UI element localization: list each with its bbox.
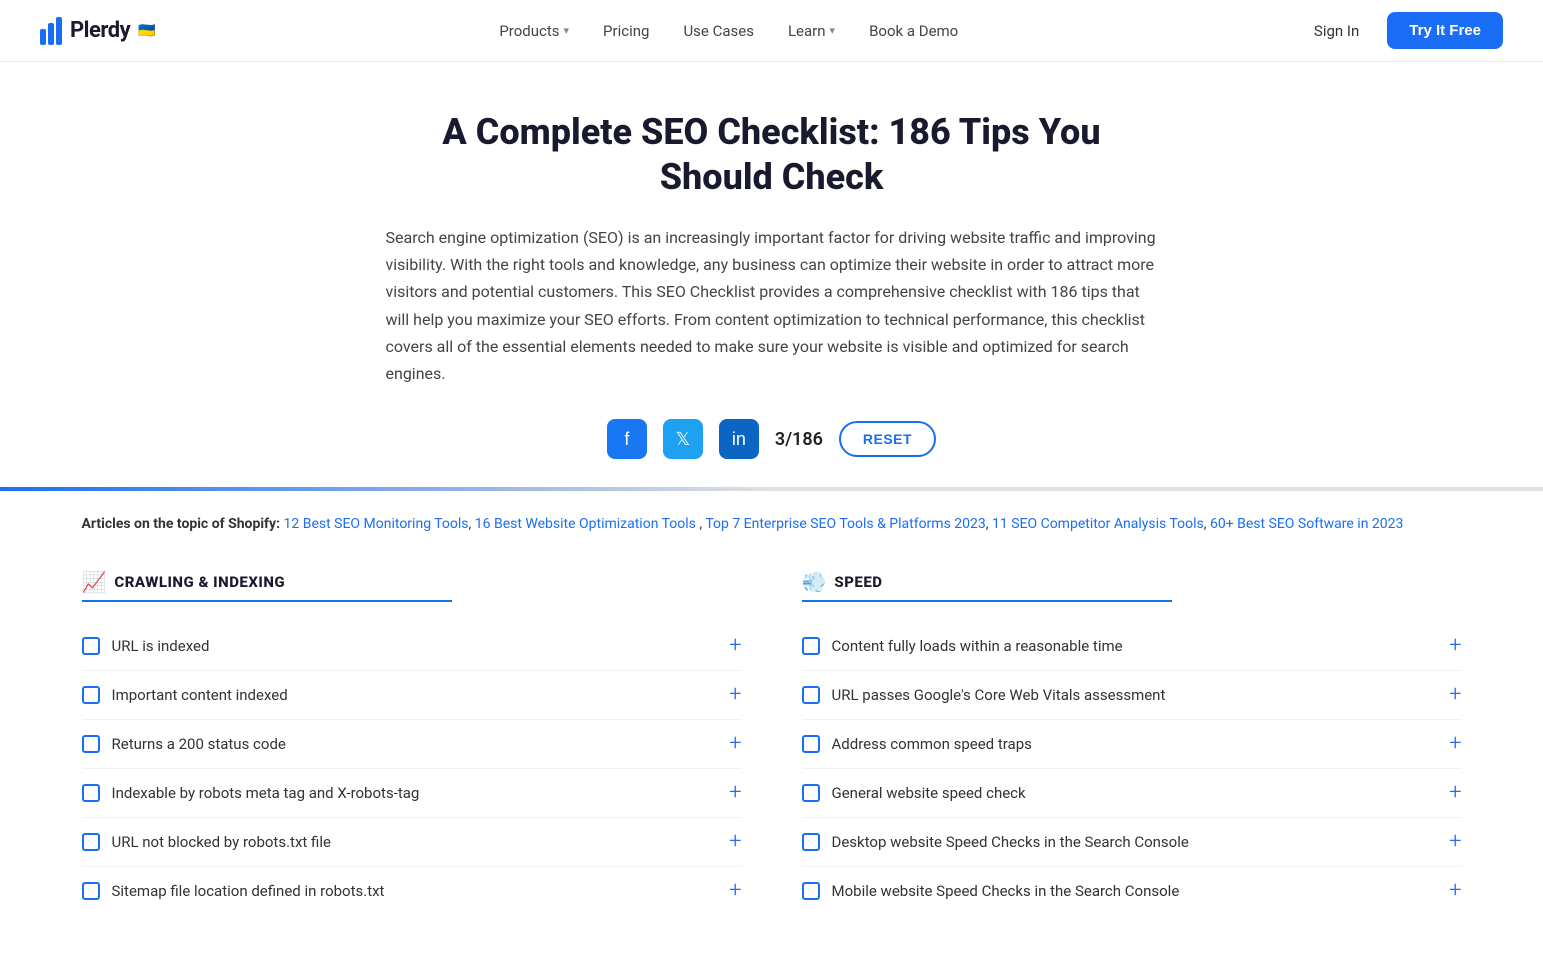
item-label: Returns a 200 status code (112, 735, 718, 753)
sign-in-button[interactable]: Sign In (1302, 14, 1371, 48)
checklist-item: Address common speed traps + (802, 720, 1462, 769)
logo-text: Plerdy (70, 18, 130, 43)
section-speed-header: 💨 SPEED (802, 570, 1462, 594)
item-label: Mobile website Speed Checks in the Searc… (832, 882, 1438, 900)
hero-section: A Complete SEO Checklist: 186 Tips You S… (362, 110, 1182, 459)
article-link-3[interactable]: Top 7 Enterprise SEO Tools & Platforms 2… (705, 516, 985, 532)
checklist-item: URL passes Google's Core Web Vitals asse… (802, 671, 1462, 720)
crawling-icon: 📈 (82, 570, 107, 594)
item-label: General website speed check (832, 784, 1438, 802)
checkbox-content-loads[interactable] (802, 637, 820, 655)
checkbox-desktop-speed[interactable] (802, 833, 820, 851)
article-link-4[interactable]: 11 SEO Competitor Analysis Tools (992, 516, 1204, 532)
nav-item-learn[interactable]: Learn ▾ (774, 14, 849, 48)
speed-underline (802, 600, 1172, 602)
expand-button[interactable]: + (729, 733, 741, 755)
item-label: Indexable by robots meta tag and X-robot… (112, 784, 718, 802)
article-link-5[interactable]: 60+ Best SEO Software in 2023 (1210, 516, 1403, 532)
expand-button[interactable]: + (729, 782, 741, 804)
checkbox-url-indexed[interactable] (82, 637, 100, 655)
checklist-grid: 📈 CRAWLING & INDEXING URL is indexed + I… (42, 546, 1502, 955)
checkbox-general-speed[interactable] (802, 784, 820, 802)
checklist-counter: 3/186 (775, 429, 823, 450)
reset-button[interactable]: RESET (839, 421, 936, 457)
expand-button[interactable]: + (1449, 782, 1461, 804)
twitter-share-button[interactable]: 𝕏 (663, 419, 703, 459)
chevron-down-icon: ▾ (830, 24, 836, 37)
expand-button[interactable]: + (729, 635, 741, 657)
expand-button[interactable]: + (1449, 733, 1461, 755)
chevron-down-icon: ▾ (564, 24, 570, 37)
expand-button[interactable]: + (729, 880, 741, 902)
item-label: Important content indexed (112, 686, 718, 704)
checklist-item: Indexable by robots meta tag and X-robot… (82, 769, 742, 818)
hero-actions: f 𝕏 in 3/186 RESET (386, 419, 1158, 459)
checklist-item: URL is indexed + (82, 622, 742, 671)
logo-flag: 🇺🇦 (138, 23, 155, 39)
nav-right: Sign In Try It Free (1302, 12, 1503, 49)
crawling-underline (82, 600, 452, 602)
nav-item-book-demo[interactable]: Book a Demo (855, 14, 972, 48)
item-label: URL not blocked by robots.txt file (112, 833, 718, 851)
item-label: Address common speed traps (832, 735, 1438, 753)
checklist-item: General website speed check + (802, 769, 1462, 818)
speed-icon: 💨 (802, 570, 827, 594)
checklist-item: Returns a 200 status code + (82, 720, 742, 769)
linkedin-icon: in (732, 429, 746, 450)
checklist-item: Desktop website Speed Checks in the Sear… (802, 818, 1462, 867)
nav-item-pricing[interactable]: Pricing (589, 14, 663, 48)
nav-center: Products ▾ Pricing Use Cases Learn ▾ Boo… (485, 14, 972, 48)
articles-prefix: Articles on the topic of Shopify: (82, 516, 281, 532)
item-label: Desktop website Speed Checks in the Sear… (832, 833, 1438, 851)
article-link-1[interactable]: 12 Best SEO Monitoring Tools (284, 516, 469, 532)
checkbox-important-content[interactable] (82, 686, 100, 704)
section-speed: 💨 SPEED Content fully loads within a rea… (802, 570, 1462, 915)
checklist-item: Content fully loads within a reasonable … (802, 622, 1462, 671)
checklist-item: Mobile website Speed Checks in the Searc… (802, 867, 1462, 915)
twitter-icon: 𝕏 (676, 429, 691, 450)
section-crawling: 📈 CRAWLING & INDEXING URL is indexed + I… (82, 570, 742, 915)
facebook-icon: f (624, 429, 629, 450)
checklist-item: Important content indexed + (82, 671, 742, 720)
expand-button[interactable]: + (1449, 635, 1461, 657)
nav-item-products[interactable]: Products ▾ (485, 14, 583, 48)
item-label: URL is indexed (112, 637, 718, 655)
nav-item-use-cases[interactable]: Use Cases (669, 14, 768, 48)
hero-description: Search engine optimization (SEO) is an i… (386, 224, 1158, 387)
checkbox-robots-meta[interactable] (82, 784, 100, 802)
item-label: Sitemap file location defined in robots.… (112, 882, 718, 900)
expand-button[interactable]: + (1449, 880, 1461, 902)
checkbox-core-web-vitals[interactable] (802, 686, 820, 704)
article-link-2[interactable]: 16 Best Website Optimization Tools (475, 516, 696, 532)
try-free-button[interactable]: Try It Free (1387, 12, 1503, 49)
expand-button[interactable]: + (729, 831, 741, 853)
expand-button[interactable]: + (729, 684, 741, 706)
checkbox-200-status[interactable] (82, 735, 100, 753)
articles-bar: Articles on the topic of Shopify: 12 Bes… (42, 491, 1502, 545)
navbar: Plerdy 🇺🇦 Products ▾ Pricing Use Cases L… (0, 0, 1543, 62)
section-crawling-header: 📈 CRAWLING & INDEXING (82, 570, 742, 594)
logo-icon (40, 17, 62, 45)
checklist-item: URL not blocked by robots.txt file + (82, 818, 742, 867)
section-crawling-title: CRAWLING & INDEXING (114, 573, 285, 591)
section-speed-title: SPEED (834, 573, 882, 591)
item-label: Content fully loads within a reasonable … (832, 637, 1438, 655)
checkbox-sitemap-location[interactable] (82, 882, 100, 900)
checkbox-speed-traps[interactable] (802, 735, 820, 753)
facebook-share-button[interactable]: f (607, 419, 647, 459)
expand-button[interactable]: + (1449, 831, 1461, 853)
logo[interactable]: Plerdy 🇺🇦 (40, 17, 156, 45)
linkedin-share-button[interactable]: in (719, 419, 759, 459)
item-label: URL passes Google's Core Web Vitals asse… (832, 686, 1438, 704)
expand-button[interactable]: + (1449, 684, 1461, 706)
hero-title: A Complete SEO Checklist: 186 Tips You S… (386, 110, 1158, 200)
checkbox-mobile-speed[interactable] (802, 882, 820, 900)
checklist-item: Sitemap file location defined in robots.… (82, 867, 742, 915)
checkbox-robots-txt[interactable] (82, 833, 100, 851)
